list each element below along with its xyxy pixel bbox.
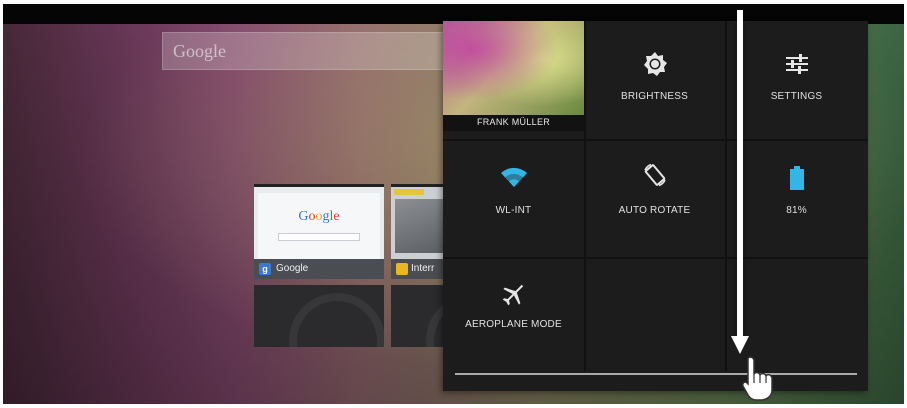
auto-rotate-icon: [643, 163, 666, 187]
page-image-preview: [395, 199, 446, 253]
tab-title: Google: [276, 263, 309, 274]
tab-title: Interr: [411, 263, 435, 274]
lock-favicon-icon: [396, 263, 408, 275]
brightness-tile[interactable]: BRIGHTNESS: [584, 21, 725, 136]
user-name: FRANK MÜLLER: [476, 117, 551, 127]
tile-divider: [443, 139, 868, 141]
aeroplane-mode-label: AEROPLANE MODE: [465, 319, 562, 330]
wifi-icon: [500, 167, 527, 187]
brightness-icon: [643, 52, 667, 76]
screen-frame: Google Google g Google Interr FRANK MÜLL…: [0, 0, 907, 408]
panel-handle-bar[interactable]: [455, 373, 857, 375]
page-header-tag: [394, 189, 424, 195]
settings-sliders-icon: [785, 54, 808, 74]
wifi-tile[interactable]: WL-INT: [443, 144, 584, 254]
wifi-network-label: WL-INT: [495, 205, 532, 216]
swipe-arrow-head: [731, 336, 749, 354]
google-search-bar[interactable]: Google: [162, 32, 452, 70]
airplane-icon: [502, 284, 523, 306]
browser-tab-thumbnail-dark[interactable]: [391, 285, 446, 347]
user-profile-tile[interactable]: FRANK MÜLLER: [443, 21, 584, 131]
browser-tab-thumbnail-dark[interactable]: [254, 285, 384, 347]
battery-level-label: 81%: [786, 205, 807, 216]
google-logo: Google: [298, 209, 340, 224]
hand-pointer-icon: [742, 356, 773, 401]
browser-tab-thumbnail-google[interactable]: Google g Google: [254, 184, 384, 279]
user-avatar: [443, 21, 584, 115]
tile-divider: [443, 257, 868, 259]
thumbnail-searchbox: [278, 233, 360, 241]
battery-icon: [789, 166, 804, 190]
aeroplane-mode-tile[interactable]: AEROPLANE MODE: [443, 261, 584, 371]
brightness-label: BRIGHTNESS: [620, 91, 688, 102]
search-bar-label: Google: [173, 41, 226, 61]
tab-page-preview: Google: [258, 193, 380, 259]
tab-label-bar: g Google: [254, 259, 384, 279]
google-favicon-icon: g: [259, 263, 271, 275]
battery-tile[interactable]: 81%: [725, 144, 868, 254]
swipe-down-arrow: [737, 10, 743, 346]
browser-tab-thumbnail-inter[interactable]: Interr: [391, 184, 446, 279]
settings-label: SETTINGS: [770, 91, 823, 102]
settings-tile[interactable]: SETTINGS: [725, 21, 868, 136]
tab-label-bar: Interr: [391, 259, 446, 279]
auto-rotate-tile[interactable]: AUTO ROTATE: [584, 144, 725, 254]
auto-rotate-label: AUTO ROTATE: [618, 205, 691, 216]
quick-settings-panel: FRANK MÜLLER BRIGHTNESS SETTINGS WL-INT …: [443, 21, 868, 391]
